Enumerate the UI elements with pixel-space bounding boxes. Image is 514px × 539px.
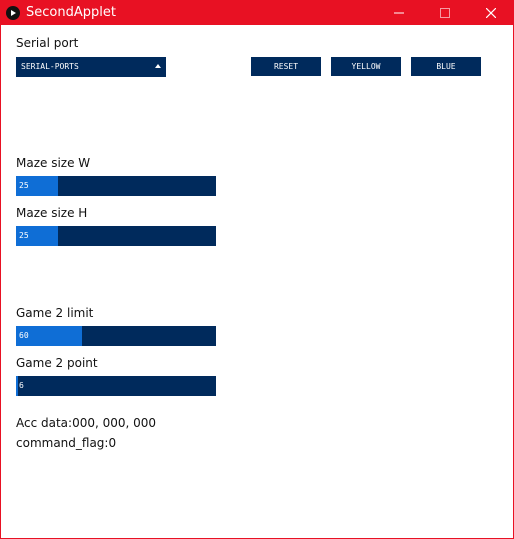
- maze-size-w-label: Maze size W: [16, 156, 91, 170]
- close-icon: [486, 8, 496, 18]
- minimize-button[interactable]: [376, 1, 422, 25]
- title-bar[interactable]: SecondApplet: [1, 1, 513, 25]
- close-button[interactable]: [468, 1, 514, 25]
- app-window: SecondApplet Serial port SERIAL-PORTS RE…: [0, 0, 514, 539]
- game-2-point-value: 6: [19, 381, 24, 390]
- acc-data-text: Acc data:000, 000, 000: [16, 416, 157, 430]
- game-2-point-label: Game 2 point: [16, 356, 98, 370]
- chevron-up-icon: [155, 64, 161, 68]
- game-2-point-slider[interactable]: 6: [16, 376, 216, 396]
- maximize-button[interactable]: [422, 1, 468, 25]
- game-2-limit-value: 60: [19, 331, 29, 340]
- maze-size-w-slider[interactable]: 25: [16, 176, 216, 196]
- window-title: SecondApplet: [26, 5, 116, 20]
- play-circle-icon: [6, 6, 20, 20]
- maze-size-h-label: Maze size H: [16, 206, 88, 220]
- serial-port-dropdown[interactable]: SERIAL-PORTS: [16, 57, 166, 77]
- serial-port-dropdown-value: SERIAL-PORTS: [21, 62, 79, 71]
- maze-size-w-value: 25: [19, 181, 29, 190]
- game-2-limit-slider[interactable]: 60: [16, 326, 216, 346]
- reset-button[interactable]: RESET: [251, 57, 321, 76]
- maze-size-h-value: 25: [19, 231, 29, 240]
- maximize-icon: [440, 8, 450, 18]
- slider-fill: [16, 376, 18, 396]
- command-flag-text: command_flag:0: [16, 436, 117, 450]
- blue-button[interactable]: BLUE: [411, 57, 481, 76]
- maze-size-h-slider[interactable]: 25: [16, 226, 216, 246]
- yellow-button[interactable]: YELLOW: [331, 57, 401, 76]
- minimize-icon: [394, 12, 404, 14]
- serial-port-label: Serial port: [16, 36, 79, 50]
- game-2-limit-label: Game 2 limit: [16, 306, 94, 320]
